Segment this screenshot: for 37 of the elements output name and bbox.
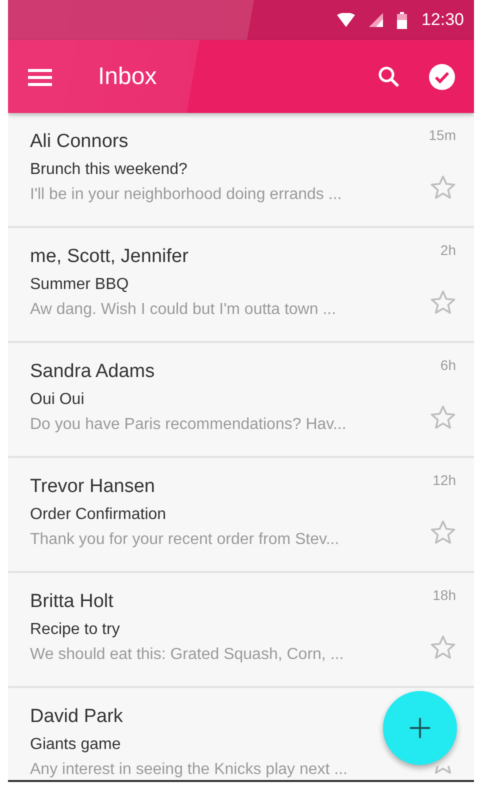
sender-name: Trevor Hansen — [30, 476, 156, 498]
sender-name: David Park — [30, 706, 124, 728]
sender-name: Sandra Adams — [30, 361, 156, 383]
message-subject: Recipe to try — [30, 621, 121, 639]
message-preview: Thank you for your recent order from Stev... — [30, 531, 340, 549]
received-time: 12h — [432, 472, 456, 488]
message-subject: Summer BBQ — [30, 276, 130, 294]
message-preview: Do you have Paris recommendations? Hav... — [30, 416, 348, 434]
star-icon[interactable] — [430, 175, 456, 200]
sender-name: Britta Holt — [30, 591, 114, 613]
received-time: 18h — [432, 587, 456, 603]
received-time: 15m — [428, 127, 456, 143]
message-preview: Any interest in seeing the Knicks play next ... — [30, 761, 348, 779]
message-subject: Oui Oui — [30, 391, 86, 409]
sender-name: Ali Connors — [30, 131, 130, 153]
received-time: 2h — [440, 242, 456, 258]
clock-time: 12:30 — [421, 10, 464, 30]
signal-icon — [369, 13, 384, 27]
check-circle-icon[interactable] — [428, 62, 456, 90]
message-preview: Aw dang. Wish I could but I'm outta town ... — [30, 301, 338, 319]
plus-icon — [410, 718, 430, 738]
message-subject: Giants game — [30, 736, 122, 754]
message-subject: Order Confirmation — [30, 506, 168, 524]
message-subject: Brunch this weekend? — [30, 161, 188, 179]
search-icon[interactable] — [378, 66, 400, 88]
star-icon[interactable] — [430, 520, 456, 545]
screen-title: Inbox — [98, 62, 158, 90]
message-preview: We should eat this: Grated Squash, Corn, ... — [30, 646, 345, 664]
received-time: 6h — [440, 357, 456, 373]
menu-icon[interactable] — [28, 68, 52, 86]
sender-name: me, Scott, Jennifer — [30, 246, 190, 268]
star-icon[interactable] — [430, 635, 456, 660]
star-icon[interactable] — [430, 405, 456, 430]
star-icon[interactable] — [430, 290, 456, 315]
message-preview: I'll be in your neighborhood doing errands ... — [30, 186, 343, 204]
battery-icon — [397, 12, 408, 28]
wifi-icon — [337, 13, 356, 27]
